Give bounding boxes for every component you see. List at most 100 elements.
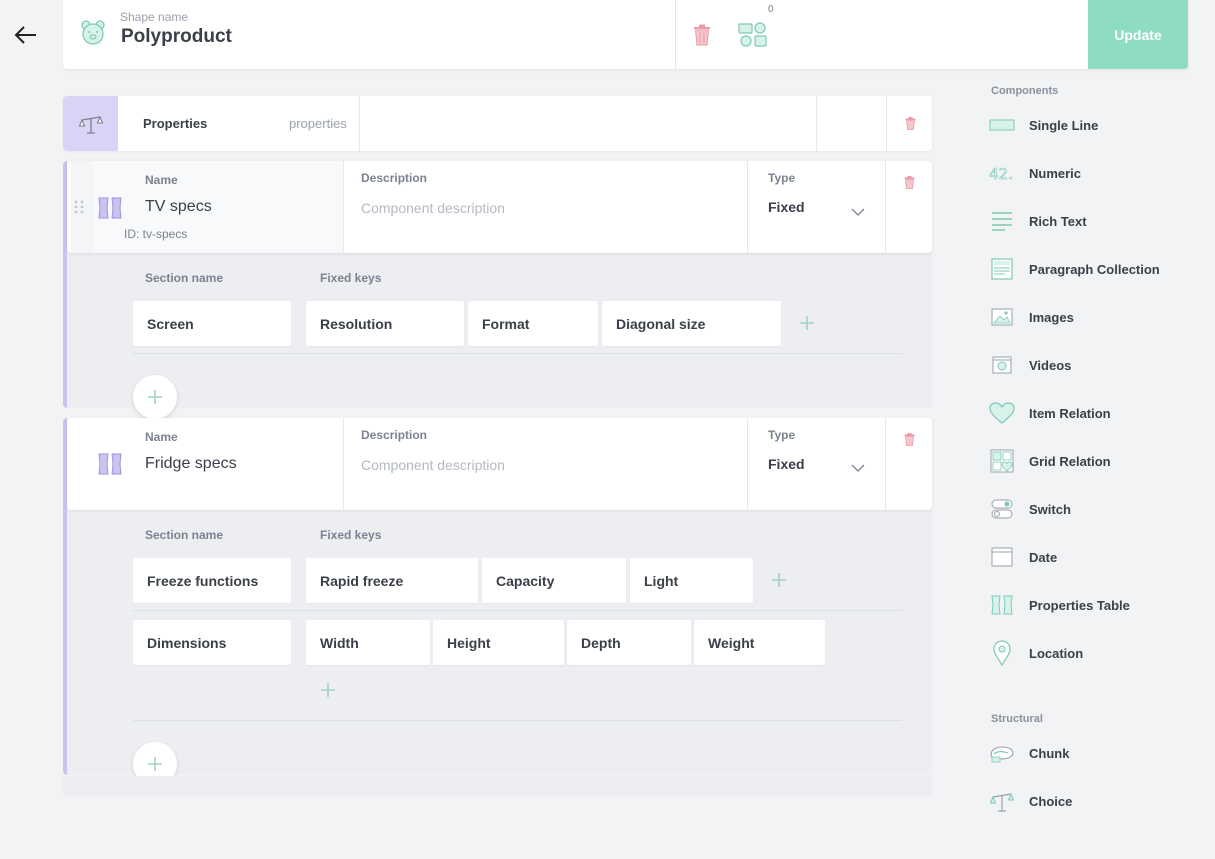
shape-name-label: Shape name [120,10,189,24]
heart-icon [989,400,1015,426]
structural-section-title: Structural [991,713,1043,725]
section-name-input[interactable]: Dimensions [133,620,291,665]
component-label: Location [1029,645,1084,661]
fixed-key-input[interactable]: Capacity [482,558,626,603]
plus-icon [148,390,162,404]
description-label: Description [361,428,428,442]
component-label: Switch [1029,501,1071,517]
component-name-input[interactable]: Fridge specs [145,455,237,473]
component-properties-table[interactable]: Properties Table [989,588,1189,622]
fixed-key-input[interactable]: Light [630,558,753,603]
section-name-label: Section name [145,528,224,542]
fixed-key-input[interactable]: Format [468,301,598,346]
numeric-icon: 42. [989,160,1015,186]
component-header: Name Fridge specs Description Component … [67,418,932,510]
fixed-key-input[interactable]: Rapid freeze [306,558,478,603]
section-name-label: Section name [145,271,224,285]
component-label: Choice [1029,793,1073,809]
structural-choice[interactable]: Choice [989,784,1189,818]
divider [885,418,886,510]
delete-properties-trash-icon[interactable] [905,117,916,130]
components-section-title: Components [991,85,1059,97]
back-arrow-icon[interactable] [14,24,38,46]
shape-teddy-icon [79,18,107,46]
description-input[interactable]: Component description [361,200,505,216]
divider [747,161,748,253]
component-label: Numeric [1029,165,1082,181]
shape-name-input[interactable]: Polyproduct [121,26,232,48]
type-select[interactable]: Fixed [768,199,805,215]
component-id-text: ID: tv-specs [124,227,188,241]
section-name-input[interactable]: Screen [133,301,291,346]
delete-component-trash-icon[interactable] [904,176,915,189]
plus-icon [148,757,162,771]
component-images[interactable]: Images [989,300,1189,334]
component-label: Paragraph Collection [1029,261,1160,277]
type-label: Type [768,428,796,442]
fixed-key-input[interactable]: Resolution [306,301,464,346]
component-paragraph-collection[interactable]: Paragraph Collection [989,252,1189,286]
description-input[interactable]: Component description [361,457,505,473]
add-section-button[interactable] [133,375,177,419]
component-list-footer [63,776,932,796]
fixed-key-input[interactable]: Weight [694,620,825,665]
switch-icon [989,496,1015,522]
component-label: Grid Relation [1029,453,1111,469]
add-key-plus-icon[interactable] [800,316,814,330]
component-name-input[interactable]: TV specs [145,198,212,216]
component-grid-relation[interactable]: Grid Relation [989,444,1189,478]
location-pin-icon [989,640,1015,666]
description-label: Description [361,171,428,185]
rich-text-icon [989,208,1015,234]
component-label: Chunk [1029,745,1070,761]
structural-chunk[interactable]: Chunk [989,736,1189,770]
fixed-key-input[interactable]: Width [306,620,430,665]
properties-title: Properties [143,116,208,131]
add-key-plus-icon[interactable] [321,683,335,697]
section-divider [133,353,902,354]
component-fridge-specs: Name Fridge specs Description Component … [63,418,932,786]
properties-table-icon [98,196,122,225]
component-location[interactable]: Location [989,636,1189,670]
drag-handle-icon[interactable] [74,200,84,219]
chevron-down-icon[interactable] [851,203,865,216]
single-line-icon [989,112,1015,138]
fixed-keys-label: Fixed keys [320,528,382,542]
images-icon [989,304,1015,330]
chunk-icon [989,740,1015,766]
component-date[interactable]: Date [989,540,1189,574]
component-item-relation[interactable]: Item Relation [989,396,1189,430]
fixed-key-input[interactable]: Depth [567,620,691,665]
update-button[interactable]: Update [1088,0,1188,69]
delete-component-trash-icon[interactable] [904,433,915,446]
divider [343,418,344,510]
component-videos[interactable]: Videos [989,348,1189,382]
properties-row[interactable]: Properties properties [63,96,932,151]
properties-table-icon [989,592,1015,618]
component-tv-specs: Name TV specs ID: tv-specs Description C… [63,161,932,419]
component-label: Videos [1029,357,1072,373]
divider [747,418,748,510]
divider [816,96,817,151]
divider [359,96,360,151]
fixed-key-input[interactable]: Diagonal size [602,301,781,346]
type-select[interactable]: Fixed [768,456,805,472]
section-divider [133,720,902,721]
shape-header: Shape name Polyproduct 0 Update [63,0,1188,69]
divider [885,161,886,253]
component-single-line[interactable]: Single Line [989,108,1189,142]
add-key-plus-icon[interactable] [772,573,786,587]
calendar-icon [989,544,1015,570]
delete-shape-trash-icon[interactable] [692,24,712,46]
chevron-down-icon[interactable] [851,459,865,472]
name-label: Name [145,173,178,187]
components-list: Single Line 42. Numeric Rich Text Paragr… [989,108,1189,670]
section-name-input[interactable]: Freeze functions [133,558,291,603]
component-switch[interactable]: Switch [989,492,1189,526]
fixed-key-input[interactable]: Height [433,620,564,665]
shapes-group-icon[interactable] [738,20,770,48]
component-rich-text[interactable]: Rich Text [989,204,1189,238]
component-numeric[interactable]: 42. Numeric [989,156,1189,190]
component-label: Rich Text [1029,213,1087,229]
fixed-keys-label: Fixed keys [320,271,382,285]
